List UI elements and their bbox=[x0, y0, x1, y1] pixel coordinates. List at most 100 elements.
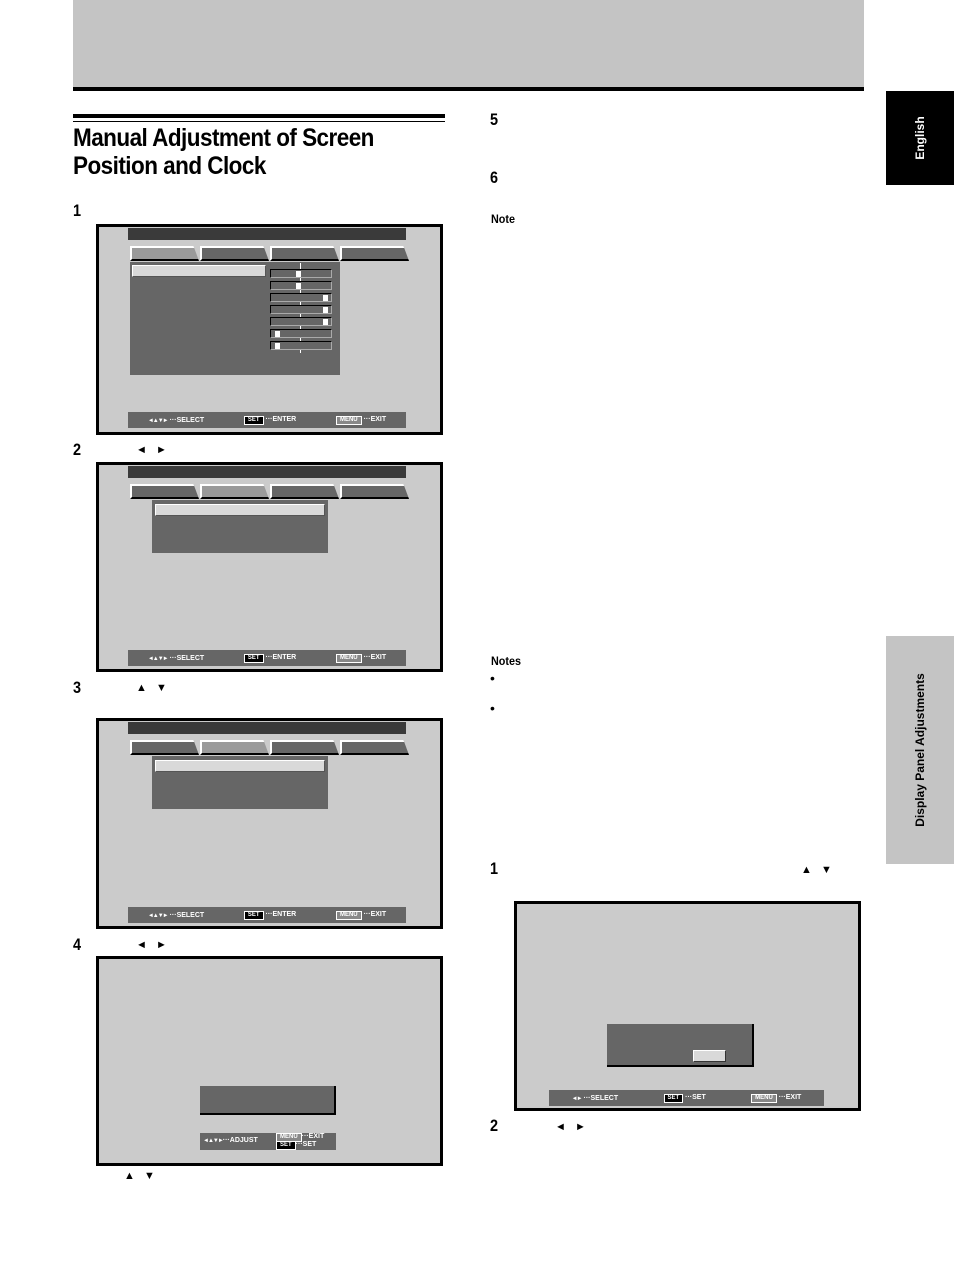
up-down-arrows-icon: ▲ ▼ bbox=[136, 682, 170, 694]
header-band bbox=[73, 0, 864, 87]
osd-slider-knob[interactable] bbox=[275, 331, 280, 337]
enter-label: ENTER bbox=[272, 415, 297, 423]
page-title-line2: Position and Clock bbox=[73, 152, 266, 180]
select-label: SELECT bbox=[176, 654, 205, 662]
osd-help-bar: ◄▲▼►···ADJUST MENU ···EXIT SET ···SET bbox=[200, 1133, 336, 1150]
osd-slider[interactable] bbox=[270, 293, 332, 302]
left-right-arrows-icon: ◄ ► bbox=[136, 939, 170, 951]
set-key-icon: SET bbox=[243, 910, 264, 920]
osd-slider[interactable] bbox=[270, 281, 332, 290]
osd-slider-knob[interactable] bbox=[323, 319, 328, 325]
osd-slider[interactable] bbox=[270, 329, 332, 338]
osd-selected-item[interactable] bbox=[155, 760, 325, 772]
osd-slider[interactable] bbox=[270, 305, 332, 314]
osd-tab[interactable] bbox=[270, 740, 339, 755]
osd-tabs bbox=[130, 484, 410, 499]
enter-hint: SET ···ENTER bbox=[243, 415, 297, 425]
set-key-icon: SET bbox=[243, 415, 264, 425]
section-tab: Display Panel Adjustments bbox=[886, 636, 954, 864]
dots: ··· bbox=[778, 1093, 786, 1101]
adjust-label: ADJUST bbox=[229, 1137, 258, 1144]
osd-tab[interactable] bbox=[130, 740, 199, 755]
set-label: SET bbox=[302, 1141, 317, 1148]
dots: ··· bbox=[363, 910, 371, 918]
osd-tab[interactable] bbox=[200, 246, 269, 261]
osd-tab[interactable] bbox=[270, 246, 339, 261]
osd-slider[interactable] bbox=[270, 317, 332, 326]
set-hint: SET ···SET bbox=[663, 1093, 706, 1103]
osd-tab[interactable] bbox=[340, 484, 409, 499]
select-hint: ◄▲▼► ···SELECT bbox=[148, 655, 204, 662]
select-label: SELECT bbox=[590, 1094, 619, 1102]
up-down-arrows-icon: ▲ ▼ bbox=[801, 864, 835, 876]
set-key-icon: SET bbox=[276, 1141, 296, 1150]
step-number: 3 bbox=[73, 678, 82, 697]
dots: ··· bbox=[169, 911, 177, 919]
dots: ··· bbox=[583, 1094, 591, 1102]
osd-tab[interactable] bbox=[200, 740, 269, 755]
osd-slider-knob[interactable] bbox=[275, 343, 280, 349]
dots: ··· bbox=[265, 653, 273, 661]
enter-label: ENTER bbox=[272, 653, 297, 661]
osd-tabs bbox=[130, 246, 410, 261]
osd-slider[interactable] bbox=[270, 341, 332, 350]
osd-titlebar bbox=[128, 466, 406, 478]
osd-help-bar: ◄▲▼► ···SELECT SET ···ENTER MENU ···EXIT bbox=[128, 650, 406, 666]
set-label: SET bbox=[692, 1093, 706, 1101]
osd-slider-knob[interactable] bbox=[296, 283, 301, 289]
osd-titlebar bbox=[128, 228, 406, 240]
dots: ··· bbox=[265, 910, 273, 918]
enter-label: ENTER bbox=[272, 910, 297, 918]
osd-slider-knob[interactable] bbox=[296, 271, 301, 277]
dots: ··· bbox=[265, 415, 273, 423]
header-rule bbox=[73, 87, 864, 91]
menu-key-icon: MENU bbox=[751, 1093, 777, 1103]
osd-confirm-button[interactable] bbox=[693, 1050, 726, 1062]
title-rule bbox=[73, 114, 445, 118]
up-down-arrows-icon: ▲ ▼ bbox=[124, 1170, 158, 1182]
dots: ··· bbox=[301, 1133, 309, 1140]
dots: ··· bbox=[169, 654, 177, 662]
step-number: 2 bbox=[73, 440, 82, 459]
language-tab: English bbox=[886, 91, 954, 185]
select-label: SELECT bbox=[176, 416, 205, 424]
exit-label: EXIT bbox=[370, 653, 387, 661]
enter-hint: SET ···ENTER bbox=[243, 653, 297, 663]
osd-adjust-box bbox=[200, 1086, 336, 1115]
osd-selected-item[interactable] bbox=[155, 504, 325, 516]
step-number: 2 bbox=[490, 1116, 499, 1135]
dpad-icon: ◄▲▼► bbox=[203, 1138, 224, 1144]
osd-tab[interactable] bbox=[340, 246, 409, 261]
osd-selected-item[interactable] bbox=[132, 265, 266, 277]
dots: ··· bbox=[222, 1137, 230, 1144]
osd-tab[interactable] bbox=[200, 484, 269, 499]
osd-slider[interactable] bbox=[270, 269, 332, 278]
select-hint: ◄► ···SELECT bbox=[572, 1095, 618, 1102]
osd-tab[interactable] bbox=[270, 484, 339, 499]
set-key-icon: SET bbox=[243, 653, 264, 663]
step-number: 5 bbox=[490, 110, 499, 129]
osd-slider-knob[interactable] bbox=[323, 307, 328, 313]
osd-screen-2: ◄▲▼► ···SELECT SET ···ENTER MENU ···EXIT bbox=[96, 462, 443, 672]
dpad-icon: ◄▲▼► bbox=[147, 417, 169, 424]
osd-slider-knob[interactable] bbox=[323, 295, 328, 301]
exit-hint: MENU ···EXIT bbox=[751, 1093, 801, 1103]
select-label: SELECT bbox=[176, 911, 205, 919]
menu-key-icon: MENU bbox=[335, 653, 362, 663]
step-number: 1 bbox=[73, 201, 82, 220]
menu-key-icon: MENU bbox=[335, 415, 362, 425]
section-tab-label: Display Panel Adjustments bbox=[913, 673, 927, 827]
osd-screen-1: ◄▲▼► ···SELECT SET ···ENTER MENU ···EXIT bbox=[96, 224, 443, 435]
osd-screen-4: ◄▲▼►···ADJUST MENU ···EXIT SET ···SET bbox=[96, 956, 443, 1166]
osd-confirm-box bbox=[607, 1024, 754, 1067]
osd-screen-5: ◄► ···SELECT SET ···SET MENU ···EXIT bbox=[514, 901, 861, 1111]
osd-tabs bbox=[130, 740, 410, 755]
step-number: 1 bbox=[490, 859, 499, 878]
page-title-line1: Manual Adjustment of Screen bbox=[73, 124, 374, 152]
osd-tab[interactable] bbox=[340, 740, 409, 755]
osd-tab[interactable] bbox=[130, 246, 199, 261]
exit-label: EXIT bbox=[308, 1133, 325, 1140]
osd-tab[interactable] bbox=[130, 484, 199, 499]
note-heading: Note bbox=[491, 212, 516, 226]
dpad-icon: ◄▲▼► bbox=[147, 655, 169, 662]
